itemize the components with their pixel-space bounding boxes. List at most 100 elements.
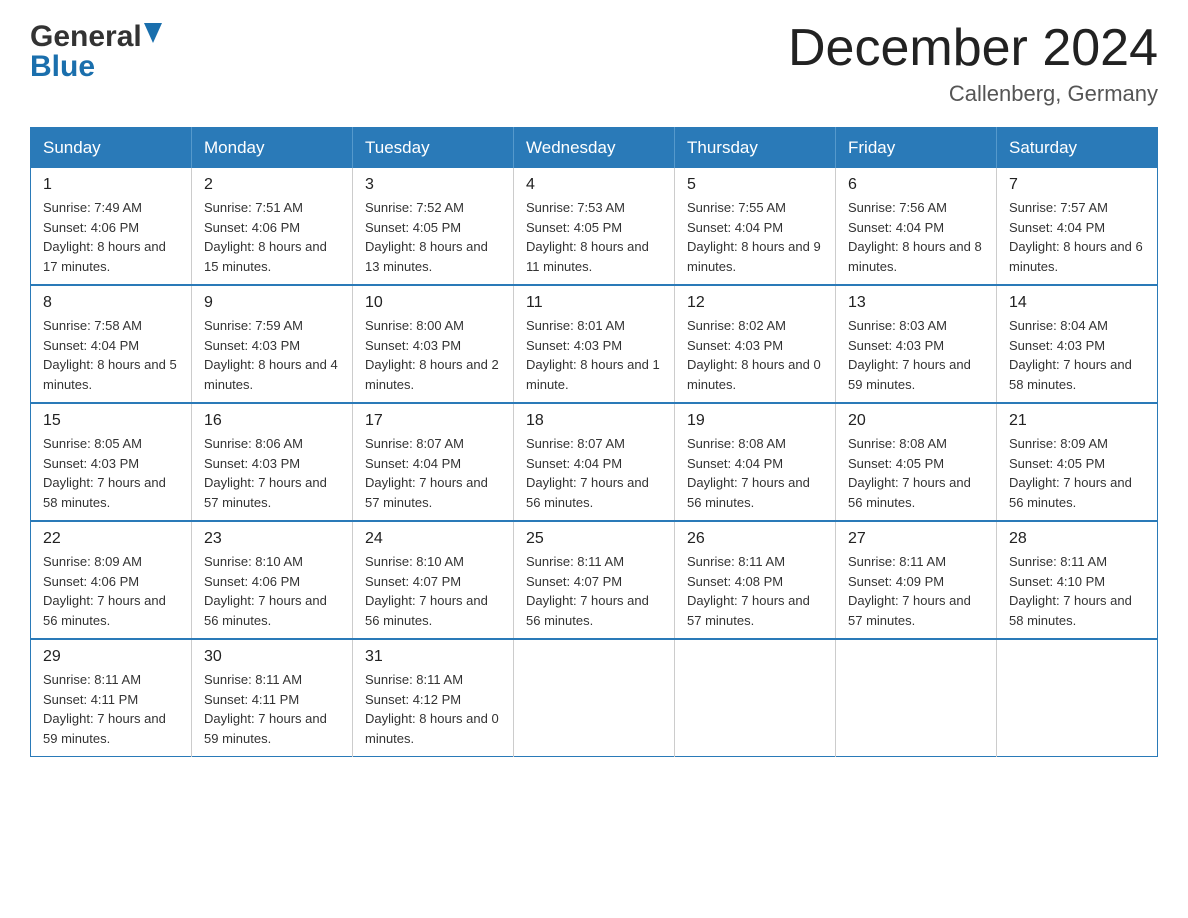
day-info: Sunrise: 8:08 AM Sunset: 4:05 PM Dayligh… (848, 434, 984, 512)
table-row: 9 Sunrise: 7:59 AM Sunset: 4:03 PM Dayli… (192, 285, 353, 403)
day-info: Sunrise: 8:10 AM Sunset: 4:07 PM Dayligh… (365, 552, 501, 630)
day-number: 27 (848, 530, 984, 548)
day-number: 19 (687, 412, 823, 430)
table-row: 20 Sunrise: 8:08 AM Sunset: 4:05 PM Dayl… (836, 403, 997, 521)
day-info: Sunrise: 8:03 AM Sunset: 4:03 PM Dayligh… (848, 316, 984, 394)
table-row: 2 Sunrise: 7:51 AM Sunset: 4:06 PM Dayli… (192, 168, 353, 285)
day-info: Sunrise: 8:11 AM Sunset: 4:12 PM Dayligh… (365, 670, 501, 748)
calendar-week-row: 15 Sunrise: 8:05 AM Sunset: 4:03 PM Dayl… (31, 403, 1158, 521)
day-number: 29 (43, 648, 179, 666)
table-row: 27 Sunrise: 8:11 AM Sunset: 4:09 PM Dayl… (836, 521, 997, 639)
day-number: 30 (204, 648, 340, 666)
day-number: 24 (365, 530, 501, 548)
day-info: Sunrise: 8:10 AM Sunset: 4:06 PM Dayligh… (204, 552, 340, 630)
day-info: Sunrise: 8:11 AM Sunset: 4:09 PM Dayligh… (848, 552, 984, 630)
table-row: 29 Sunrise: 8:11 AM Sunset: 4:11 PM Dayl… (31, 639, 192, 757)
logo-general-text: General (30, 20, 142, 54)
table-row: 24 Sunrise: 8:10 AM Sunset: 4:07 PM Dayl… (353, 521, 514, 639)
col-sunday: Sunday (31, 128, 192, 169)
day-number: 20 (848, 412, 984, 430)
table-row: 6 Sunrise: 7:56 AM Sunset: 4:04 PM Dayli… (836, 168, 997, 285)
day-info: Sunrise: 8:11 AM Sunset: 4:08 PM Dayligh… (687, 552, 823, 630)
table-row: 31 Sunrise: 8:11 AM Sunset: 4:12 PM Dayl… (353, 639, 514, 757)
day-number: 1 (43, 176, 179, 194)
table-row (675, 639, 836, 757)
day-info: Sunrise: 8:00 AM Sunset: 4:03 PM Dayligh… (365, 316, 501, 394)
day-info: Sunrise: 8:01 AM Sunset: 4:03 PM Dayligh… (526, 316, 662, 394)
day-info: Sunrise: 7:55 AM Sunset: 4:04 PM Dayligh… (687, 198, 823, 276)
table-row: 22 Sunrise: 8:09 AM Sunset: 4:06 PM Dayl… (31, 521, 192, 639)
calendar-week-row: 8 Sunrise: 7:58 AM Sunset: 4:04 PM Dayli… (31, 285, 1158, 403)
day-number: 28 (1009, 530, 1145, 548)
day-number: 26 (687, 530, 823, 548)
table-row: 5 Sunrise: 7:55 AM Sunset: 4:04 PM Dayli… (675, 168, 836, 285)
calendar-week-row: 1 Sunrise: 7:49 AM Sunset: 4:06 PM Dayli… (31, 168, 1158, 285)
day-info: Sunrise: 7:52 AM Sunset: 4:05 PM Dayligh… (365, 198, 501, 276)
day-info: Sunrise: 8:11 AM Sunset: 4:07 PM Dayligh… (526, 552, 662, 630)
table-row: 28 Sunrise: 8:11 AM Sunset: 4:10 PM Dayl… (997, 521, 1158, 639)
table-row (997, 639, 1158, 757)
col-thursday: Thursday (675, 128, 836, 169)
day-info: Sunrise: 7:49 AM Sunset: 4:06 PM Dayligh… (43, 198, 179, 276)
calendar-week-row: 22 Sunrise: 8:09 AM Sunset: 4:06 PM Dayl… (31, 521, 1158, 639)
title-block: December 2024 Callenberg, Germany (788, 20, 1158, 107)
logo-blue-text: Blue (30, 50, 162, 84)
day-number: 23 (204, 530, 340, 548)
table-row: 11 Sunrise: 8:01 AM Sunset: 4:03 PM Dayl… (514, 285, 675, 403)
day-info: Sunrise: 8:07 AM Sunset: 4:04 PM Dayligh… (365, 434, 501, 512)
day-info: Sunrise: 8:11 AM Sunset: 4:10 PM Dayligh… (1009, 552, 1145, 630)
day-number: 31 (365, 648, 501, 666)
day-info: Sunrise: 7:57 AM Sunset: 4:04 PM Dayligh… (1009, 198, 1145, 276)
day-number: 13 (848, 294, 984, 312)
table-row: 1 Sunrise: 7:49 AM Sunset: 4:06 PM Dayli… (31, 168, 192, 285)
day-number: 6 (848, 176, 984, 194)
day-number: 25 (526, 530, 662, 548)
logo-arrow-icon (144, 23, 162, 48)
col-wednesday: Wednesday (514, 128, 675, 169)
day-number: 14 (1009, 294, 1145, 312)
day-info: Sunrise: 8:09 AM Sunset: 4:05 PM Dayligh… (1009, 434, 1145, 512)
month-title: December 2024 (788, 20, 1158, 77)
table-row: 3 Sunrise: 7:52 AM Sunset: 4:05 PM Dayli… (353, 168, 514, 285)
day-info: Sunrise: 7:53 AM Sunset: 4:05 PM Dayligh… (526, 198, 662, 276)
table-row: 4 Sunrise: 7:53 AM Sunset: 4:05 PM Dayli… (514, 168, 675, 285)
table-row: 15 Sunrise: 8:05 AM Sunset: 4:03 PM Dayl… (31, 403, 192, 521)
day-number: 11 (526, 294, 662, 312)
col-monday: Monday (192, 128, 353, 169)
table-row: 12 Sunrise: 8:02 AM Sunset: 4:03 PM Dayl… (675, 285, 836, 403)
day-info: Sunrise: 8:04 AM Sunset: 4:03 PM Dayligh… (1009, 316, 1145, 394)
day-info: Sunrise: 8:11 AM Sunset: 4:11 PM Dayligh… (204, 670, 340, 748)
day-info: Sunrise: 8:11 AM Sunset: 4:11 PM Dayligh… (43, 670, 179, 748)
day-info: Sunrise: 7:59 AM Sunset: 4:03 PM Dayligh… (204, 316, 340, 394)
day-number: 3 (365, 176, 501, 194)
table-row: 19 Sunrise: 8:08 AM Sunset: 4:04 PM Dayl… (675, 403, 836, 521)
calendar-week-row: 29 Sunrise: 8:11 AM Sunset: 4:11 PM Dayl… (31, 639, 1158, 757)
location: Callenberg, Germany (788, 81, 1158, 107)
table-row: 26 Sunrise: 8:11 AM Sunset: 4:08 PM Dayl… (675, 521, 836, 639)
table-row: 7 Sunrise: 7:57 AM Sunset: 4:04 PM Dayli… (997, 168, 1158, 285)
table-row: 8 Sunrise: 7:58 AM Sunset: 4:04 PM Dayli… (31, 285, 192, 403)
day-number: 9 (204, 294, 340, 312)
day-info: Sunrise: 7:51 AM Sunset: 4:06 PM Dayligh… (204, 198, 340, 276)
day-number: 8 (43, 294, 179, 312)
logo: General Blue (30, 20, 162, 84)
table-row: 14 Sunrise: 8:04 AM Sunset: 4:03 PM Dayl… (997, 285, 1158, 403)
day-number: 17 (365, 412, 501, 430)
day-info: Sunrise: 8:02 AM Sunset: 4:03 PM Dayligh… (687, 316, 823, 394)
day-number: 10 (365, 294, 501, 312)
day-number: 5 (687, 176, 823, 194)
table-row: 17 Sunrise: 8:07 AM Sunset: 4:04 PM Dayl… (353, 403, 514, 521)
table-row (514, 639, 675, 757)
col-saturday: Saturday (997, 128, 1158, 169)
day-number: 7 (1009, 176, 1145, 194)
day-number: 15 (43, 412, 179, 430)
table-row: 13 Sunrise: 8:03 AM Sunset: 4:03 PM Dayl… (836, 285, 997, 403)
table-row: 30 Sunrise: 8:11 AM Sunset: 4:11 PM Dayl… (192, 639, 353, 757)
day-info: Sunrise: 7:56 AM Sunset: 4:04 PM Dayligh… (848, 198, 984, 276)
col-friday: Friday (836, 128, 997, 169)
calendar-header-row: Sunday Monday Tuesday Wednesday Thursday… (31, 128, 1158, 169)
day-number: 18 (526, 412, 662, 430)
day-info: Sunrise: 8:07 AM Sunset: 4:04 PM Dayligh… (526, 434, 662, 512)
day-info: Sunrise: 8:08 AM Sunset: 4:04 PM Dayligh… (687, 434, 823, 512)
calendar-table: Sunday Monday Tuesday Wednesday Thursday… (30, 127, 1158, 757)
